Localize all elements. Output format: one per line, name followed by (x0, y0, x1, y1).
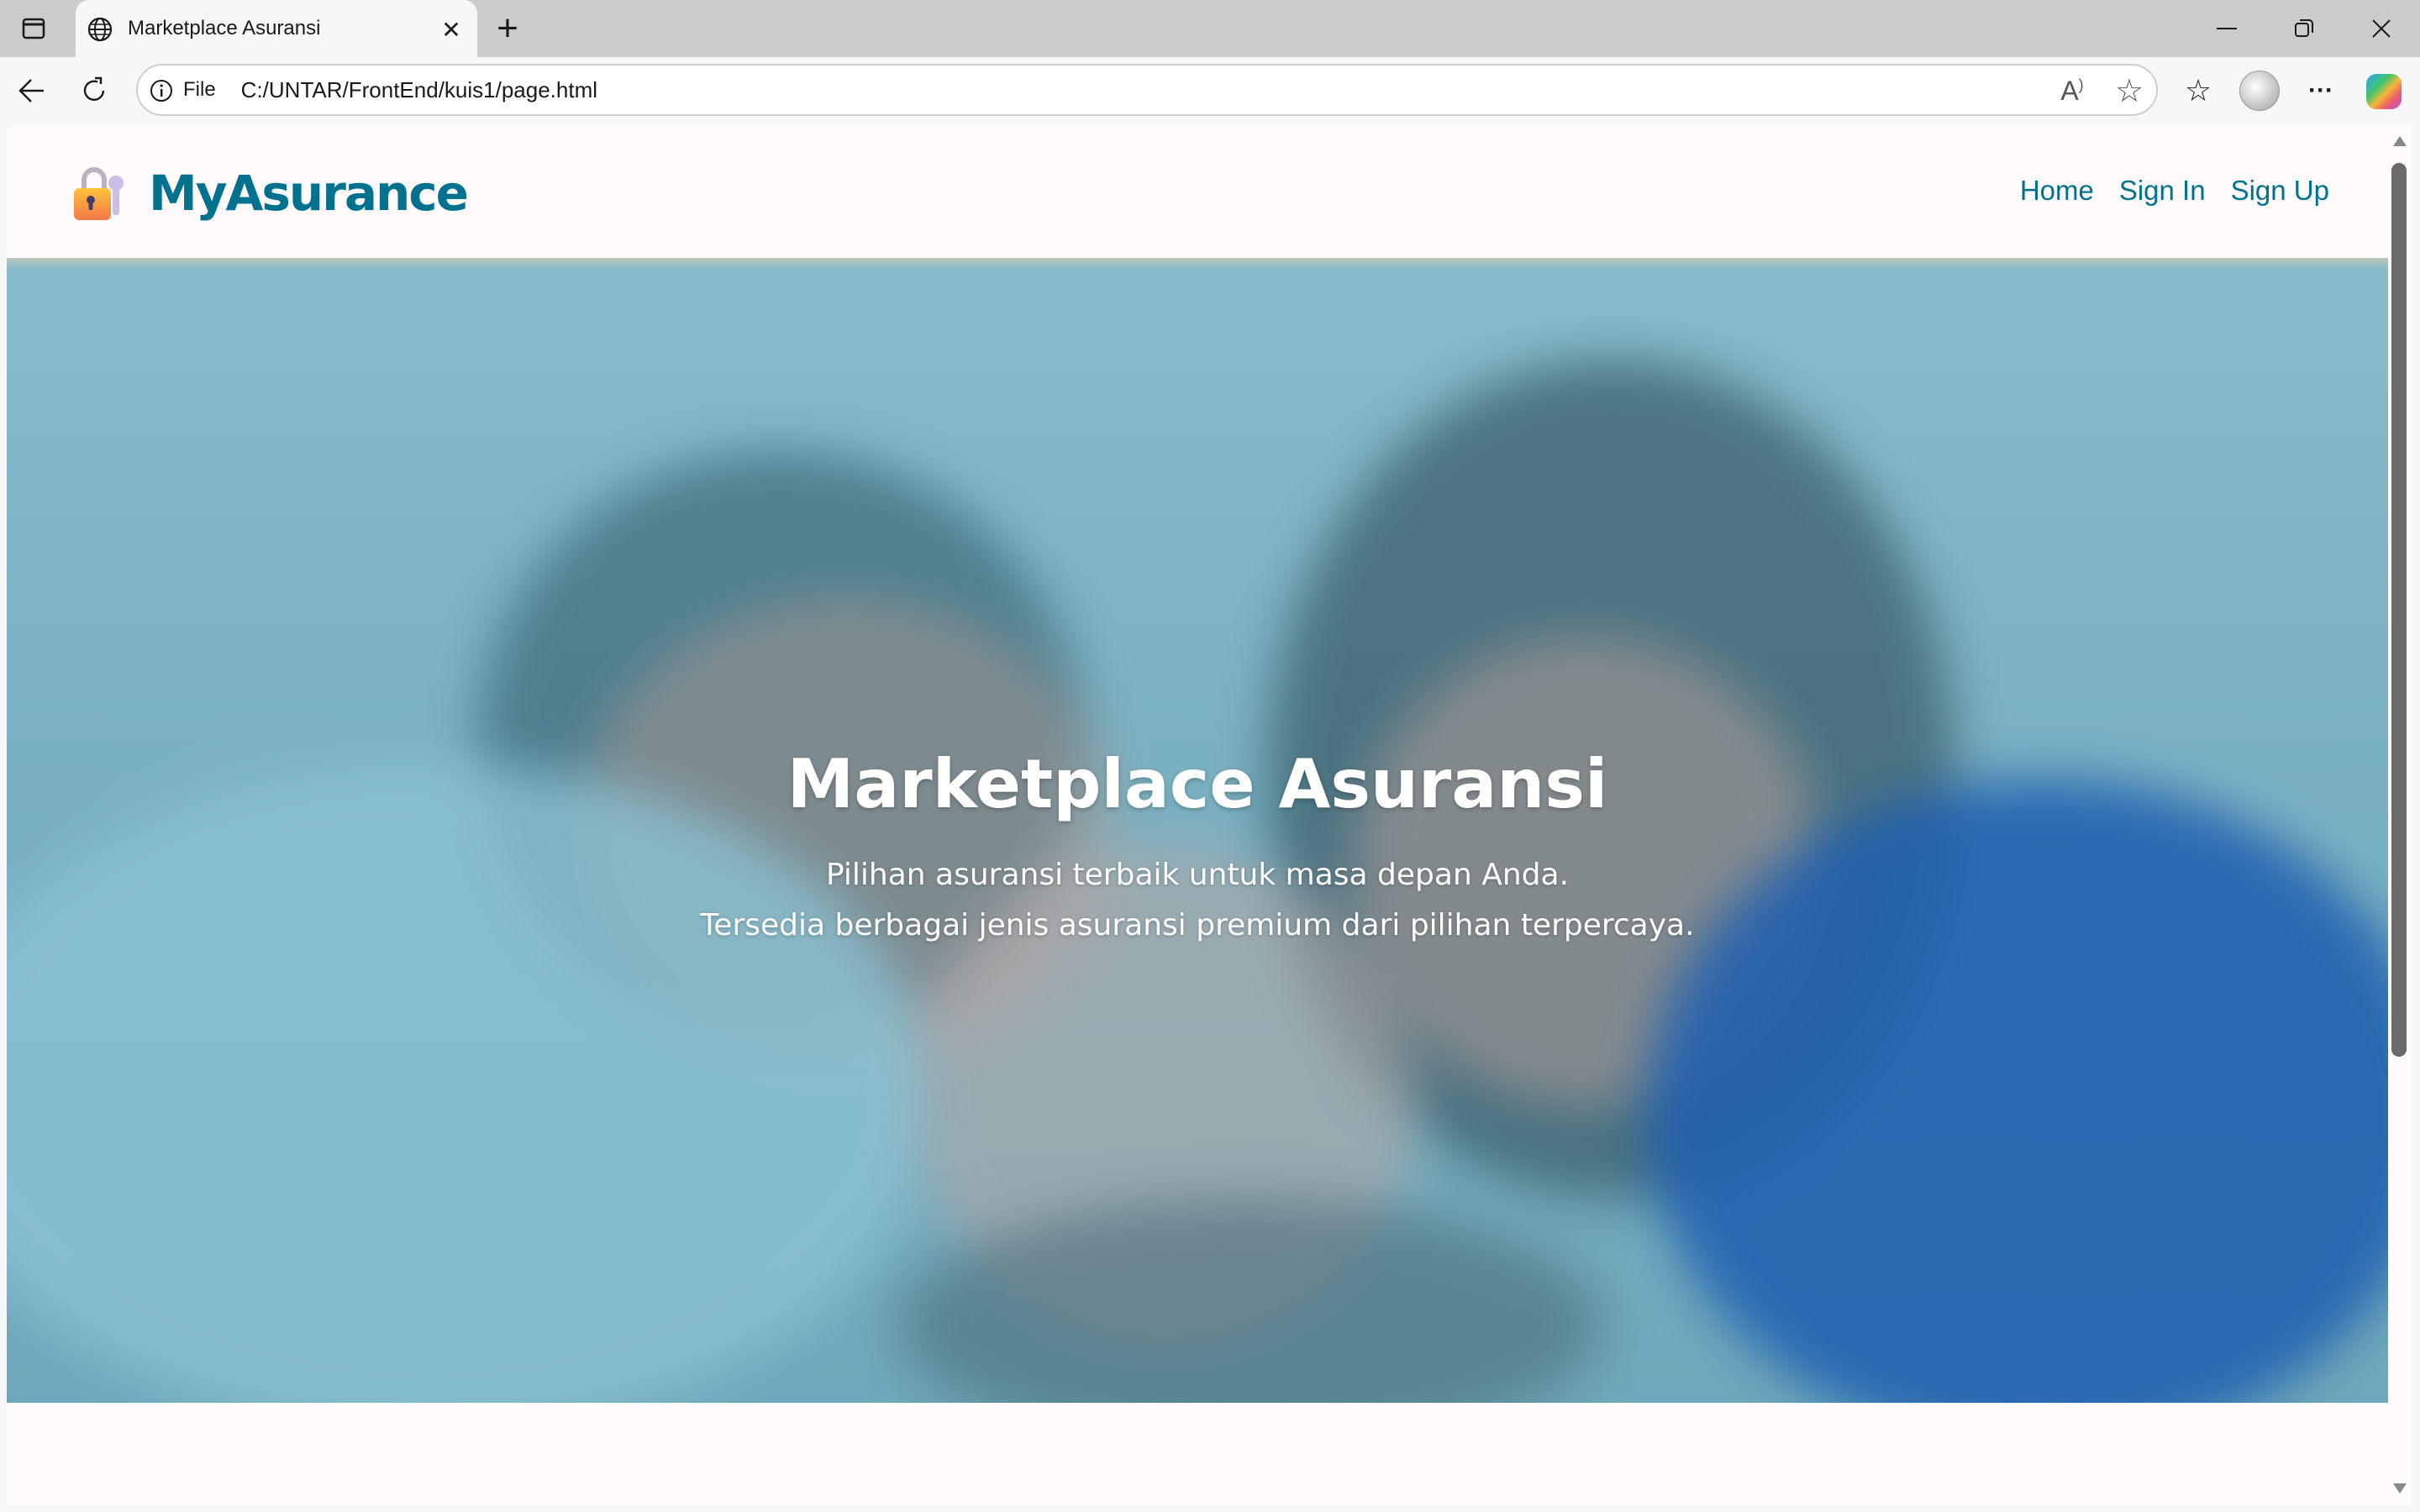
address-prefix: File (183, 78, 216, 101)
back-icon[interactable] (15, 74, 49, 108)
hero-content: Marketplace Asuransi Pilihan asuransi te… (7, 258, 2388, 1403)
close-tab-icon[interactable]: ✕ (439, 17, 464, 43)
window-close-icon[interactable] (2365, 15, 2398, 42)
address-bar[interactable]: File C:/UNTAR/FrontEnd/kuis1/page.html A… (136, 64, 2158, 116)
scrollbar-thumb[interactable] (2391, 163, 2407, 1057)
scroll-up-icon[interactable] (2393, 136, 2407, 146)
site-header: MyAsurance Home Sign In Sign Up (7, 124, 2388, 258)
page-scrollbar[interactable] (2388, 124, 2412, 1505)
info-icon[interactable] (150, 79, 173, 102)
hero-title: Marketplace Asuransi (786, 745, 1608, 823)
restore-icon[interactable] (2287, 15, 2321, 42)
more-icon[interactable]: ··· (2304, 74, 2338, 108)
hero-section: Marketplace Asuransi Pilihan asuransi te… (7, 258, 2388, 1403)
profile-avatar[interactable] (2239, 71, 2280, 111)
toolbar: File C:/UNTAR/FrontEnd/kuis1/page.html A… (0, 57, 2420, 124)
tab-active[interactable]: Marketplace Asuransi ✕ (76, 0, 477, 57)
refresh-icon[interactable] (77, 74, 111, 108)
nav-sign-in[interactable]: Sign In (2119, 175, 2206, 207)
favorites-list-icon[interactable]: ☆ (2181, 73, 2215, 108)
tab-bar: Marketplace Asuransi ✕ + (0, 0, 2420, 57)
tab-title: Marketplace Asuransi (128, 17, 321, 39)
copilot-icon[interactable] (2366, 74, 2402, 109)
web-page: MyAsurance Home Sign In Sign Up Marketpl… (7, 124, 2412, 1505)
url-text[interactable]: C:/UNTAR/FrontEnd/kuis1/page.html (241, 77, 597, 103)
read-aloud-icon[interactable]: A) (2055, 76, 2089, 106)
nav-home[interactable]: Home (2020, 175, 2094, 207)
hero-subtitle-line-1: Pilihan asuransi terbaik untuk masa depa… (825, 858, 1570, 892)
favorite-star-icon[interactable]: ☆ (2112, 74, 2146, 109)
new-tab-icon[interactable]: + (491, 8, 524, 49)
brand-name[interactable]: MyAsurance (149, 165, 469, 222)
sidebar-icon[interactable] (18, 15, 49, 42)
scroll-down-icon[interactable] (2393, 1483, 2407, 1494)
globe-icon (86, 15, 114, 44)
main-nav: Home Sign In Sign Up (2020, 175, 2329, 207)
hero-subtitle-line-2: Tersedia berbagai jenis asuransi premium… (700, 908, 1695, 942)
nav-sign-up[interactable]: Sign Up (2231, 175, 2329, 207)
minimize-icon[interactable] (2210, 17, 2244, 42)
lock-with-key-icon (72, 166, 126, 222)
